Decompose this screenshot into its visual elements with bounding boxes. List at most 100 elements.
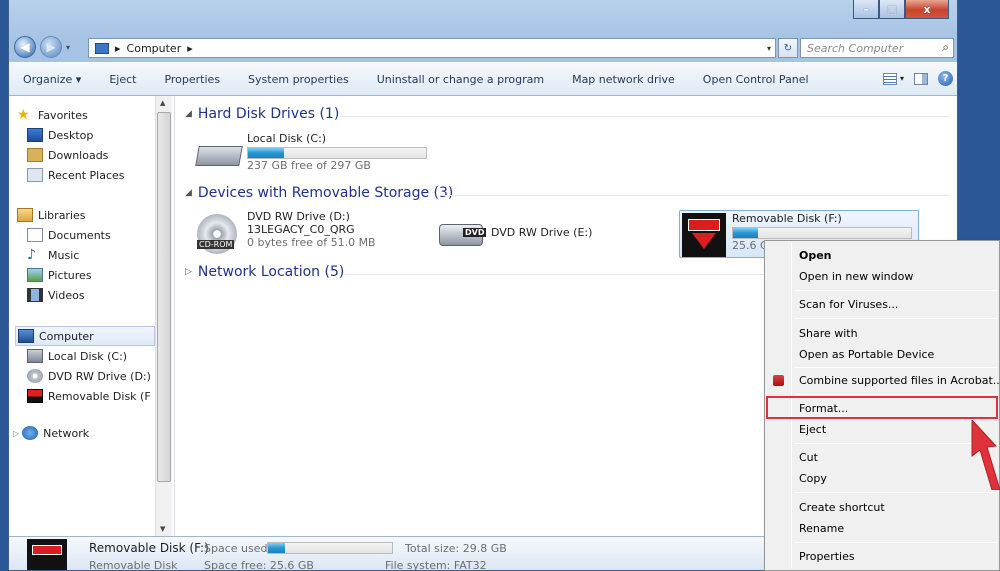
details-usage-bar (267, 542, 393, 554)
nav-computer-label: Computer (39, 329, 94, 343)
scroll-up-icon[interactable]: ▲ (160, 99, 165, 107)
forward-button[interactable]: ▶ (40, 36, 62, 58)
dvd-badge: DVD (463, 228, 487, 237)
view-icon (882, 72, 897, 85)
map-network-drive-button[interactable]: Map network drive (558, 73, 689, 86)
change-view-button[interactable]: ▾ (882, 72, 904, 85)
address-bar[interactable]: ▸ Computer ▸ ▾ (88, 38, 776, 58)
nav-libraries[interactable]: Libraries (17, 208, 86, 222)
menu-separator (795, 394, 997, 395)
format-highlight-box (766, 396, 998, 419)
menu-copy[interactable]: Copy (799, 472, 827, 485)
menu-combine-acrobat[interactable]: Combine supported files in Acrobat... (799, 374, 1000, 387)
organize-button[interactable]: Organize ▾ (9, 73, 95, 86)
recent-pages-dropdown[interactable]: ▾ (66, 43, 70, 52)
menu-separator (795, 492, 997, 493)
drive-d-free: 0 bytes free of 51.0 MB (247, 236, 376, 249)
drive-f-usage-bar (732, 227, 912, 239)
nav-scroll-thumb[interactable] (157, 112, 171, 482)
eject-button[interactable]: Eject (95, 73, 150, 86)
breadcrumb-chevron[interactable]: ▸ (187, 42, 193, 55)
nav-dvd-label: DVD RW Drive (D:) (48, 369, 151, 383)
menu-cut[interactable]: Cut (799, 451, 818, 464)
group-header-hdd[interactable]: ◢ Hard Disk Drives (1) (185, 106, 339, 122)
documents-icon (27, 228, 43, 242)
nav-dvd-drive-d[interactable]: DVD RW Drive (D:) (27, 369, 155, 383)
menu-rename[interactable]: Rename (799, 522, 844, 535)
nav-favorites[interactable]: ★ Favorites (17, 108, 88, 122)
search-icon[interactable]: ⌕ (942, 40, 949, 55)
annotation-arrow-icon (971, 420, 1000, 490)
help-button[interactable]: ? (938, 71, 953, 86)
expand-arrow-icon[interactable]: ▷ (13, 429, 19, 438)
group-header-network[interactable]: ▷ Network Location (5) (185, 264, 344, 280)
nav-network-label: Network (43, 426, 90, 440)
downloads-icon (27, 148, 43, 162)
menu-open-portable-device[interactable]: Open as Portable Device (799, 348, 934, 361)
nav-downloads[interactable]: Downloads (27, 148, 108, 162)
open-control-panel-button[interactable]: Open Control Panel (689, 73, 823, 86)
nav-downloads-label: Downloads (48, 148, 109, 162)
nav-removable-label: Removable Disk (F (48, 389, 151, 403)
menu-separator (795, 318, 997, 319)
group-header-removable[interactable]: ◢ Devices with Removable Storage (3) (185, 185, 453, 201)
expand-arrow-icon[interactable]: ▷ (185, 267, 192, 277)
breadcrumb-computer[interactable]: Computer (127, 42, 182, 55)
menu-separator (795, 367, 997, 368)
removable-disk-icon (27, 389, 43, 403)
details-total-size: Total size: 29.8 GB (405, 542, 507, 555)
nav-pictures[interactable]: Pictures (27, 268, 92, 282)
collapse-arrow-icon[interactable]: ◢ (185, 109, 192, 119)
command-bar: Organize ▾ Eject Properties System prope… (9, 62, 957, 96)
back-button[interactable]: ◀ (14, 36, 36, 58)
nav-documents-label: Documents (48, 228, 111, 242)
menu-eject[interactable]: Eject (799, 423, 826, 436)
collapse-arrow-icon[interactable]: ◢ (185, 188, 192, 198)
nav-scrollbar[interactable]: ▲ ▼ (155, 96, 172, 536)
system-properties-button[interactable]: System properties (234, 73, 363, 86)
nav-documents[interactable]: Documents (27, 228, 111, 242)
nav-removable-disk-f[interactable]: Removable Disk (F (27, 389, 155, 403)
group-removable-label: Devices with Removable Storage (3) (197, 185, 454, 201)
properties-button[interactable]: Properties (150, 73, 234, 86)
removable-disk-icon-band (32, 545, 62, 555)
nav-favorites-label: Favorites (38, 108, 88, 122)
drive-e-tile[interactable]: DVD DVD RW Drive (E:) (439, 210, 639, 258)
nav-recent-places[interactable]: Recent Places (27, 168, 125, 182)
nav-computer[interactable]: Computer (15, 326, 155, 346)
refresh-button[interactable]: ↻ (778, 38, 798, 58)
libraries-icon (17, 208, 33, 222)
drive-c-free: 237 GB free of 297 GB (247, 159, 371, 172)
nav-desktop[interactable]: Desktop (27, 128, 93, 142)
menu-scan-viruses[interactable]: Scan for Viruses... (799, 298, 898, 311)
menu-share-with[interactable]: Share with (799, 327, 858, 340)
nav-local-disk-c[interactable]: Local Disk (C:) (27, 349, 127, 363)
drive-d-name: DVD RW Drive (D:) (247, 210, 350, 223)
uninstall-program-button[interactable]: Uninstall or change a program (363, 73, 558, 86)
forward-arrow-icon: ▶ (46, 40, 56, 54)
details-space-used-label: Space used: (204, 542, 272, 555)
minimize-button[interactable]: – (853, 0, 879, 19)
menu-properties[interactable]: Properties (799, 550, 855, 563)
search-input[interactable]: Search Computer ⌕ (800, 38, 954, 58)
menu-open[interactable]: Open (799, 249, 832, 262)
nav-music[interactable]: ♪ Music (27, 248, 79, 262)
address-dropdown-icon[interactable]: ▾ (767, 44, 771, 53)
drive-c-tile[interactable]: Local Disk (C:) 237 GB free of 297 GB (195, 132, 437, 176)
removable-disk-icon-arrow (692, 233, 716, 249)
details-type: Removable Disk (89, 559, 178, 571)
drive-d-tile[interactable]: CD-ROM DVD RW Drive (D:) 13LEGACY_C0_QRG… (197, 210, 427, 258)
menu-create-shortcut[interactable]: Create shortcut (799, 501, 885, 514)
caption-buttons: – □ x (853, 0, 949, 19)
close-button[interactable]: x (905, 0, 949, 19)
nav-network[interactable]: ▷ Network (13, 426, 89, 440)
preview-pane-button[interactable] (914, 72, 928, 85)
maximize-button[interactable]: □ (879, 0, 905, 19)
details-usage-fill (268, 543, 286, 553)
scroll-down-icon[interactable]: ▼ (160, 525, 165, 533)
nav-videos[interactable]: Videos (27, 288, 85, 302)
hard-drive-icon (27, 349, 43, 363)
menu-open-new-window[interactable]: Open in new window (799, 270, 913, 283)
drive-d-label: 13LEGACY_C0_QRG (247, 223, 355, 236)
acrobat-icon (773, 375, 784, 386)
